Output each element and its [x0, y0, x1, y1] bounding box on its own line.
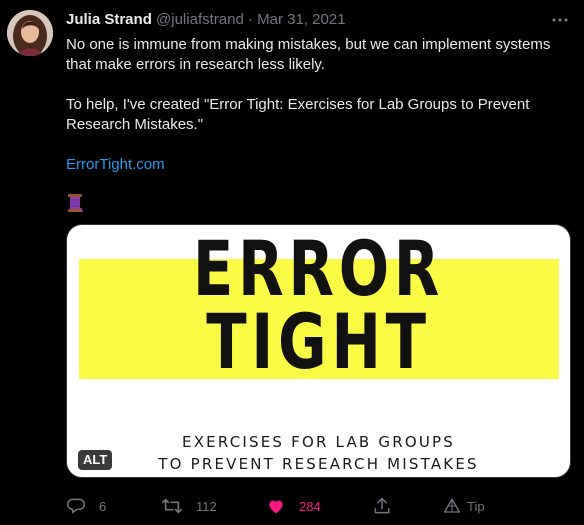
- avatar[interactable]: [7, 10, 53, 56]
- author-name[interactable]: Julia Strand: [66, 11, 152, 28]
- tweet-paragraph-2: To help, I've created "Error Tight: Exer…: [66, 96, 530, 133]
- retweet-icon: [161, 496, 183, 516]
- tweet-link[interactable]: ErrorTight.com: [66, 156, 165, 173]
- meta-separator: ·: [247, 11, 253, 28]
- tip-button[interactable]: Tip: [443, 494, 485, 518]
- share-button[interactable]: [372, 494, 392, 518]
- like-count: 284: [299, 498, 321, 514]
- tweet-text: No one is immune from making mistakes, b…: [66, 35, 566, 175]
- retweet-button[interactable]: 112: [161, 494, 217, 518]
- tip-label: Tip: [467, 498, 485, 514]
- media-subtitle-line-2: TO PREVENT RESEARCH MISTAKES: [158, 455, 479, 473]
- author-handle[interactable]: @juliafstrand: [156, 11, 244, 28]
- tweet-date[interactable]: Mar 31, 2021: [257, 11, 345, 28]
- retweet-count: 112: [196, 498, 217, 514]
- reply-count: 6: [99, 498, 107, 514]
- reply-icon: [66, 496, 86, 516]
- tweet: Julia Strand @juliafstrand · Mar 31, 202…: [0, 0, 584, 525]
- media-subtitle-line-1: EXERCISES FOR LAB GROUPS: [182, 433, 455, 451]
- thread-spool-icon: [66, 193, 84, 213]
- heart-icon: [266, 496, 286, 516]
- tip-icon: [443, 497, 461, 515]
- tweet-header: Julia Strand @juliafstrand · Mar 31, 202…: [66, 11, 544, 29]
- alt-badge[interactable]: ALT: [78, 450, 113, 470]
- tweet-paragraph-1: No one is immune from making mistakes, b…: [66, 36, 551, 73]
- like-button[interactable]: 284: [266, 494, 321, 518]
- media-image[interactable]: ERROR TIGHT EXERCISES FOR LAB GROUPS TO …: [66, 224, 571, 478]
- media-title-line-2: TIGHT: [206, 297, 431, 386]
- action-bar: 6 112 284 Tip: [66, 494, 571, 518]
- more-options-icon[interactable]: [550, 10, 570, 30]
- reply-button[interactable]: 6: [66, 494, 106, 518]
- share-icon: [372, 496, 392, 516]
